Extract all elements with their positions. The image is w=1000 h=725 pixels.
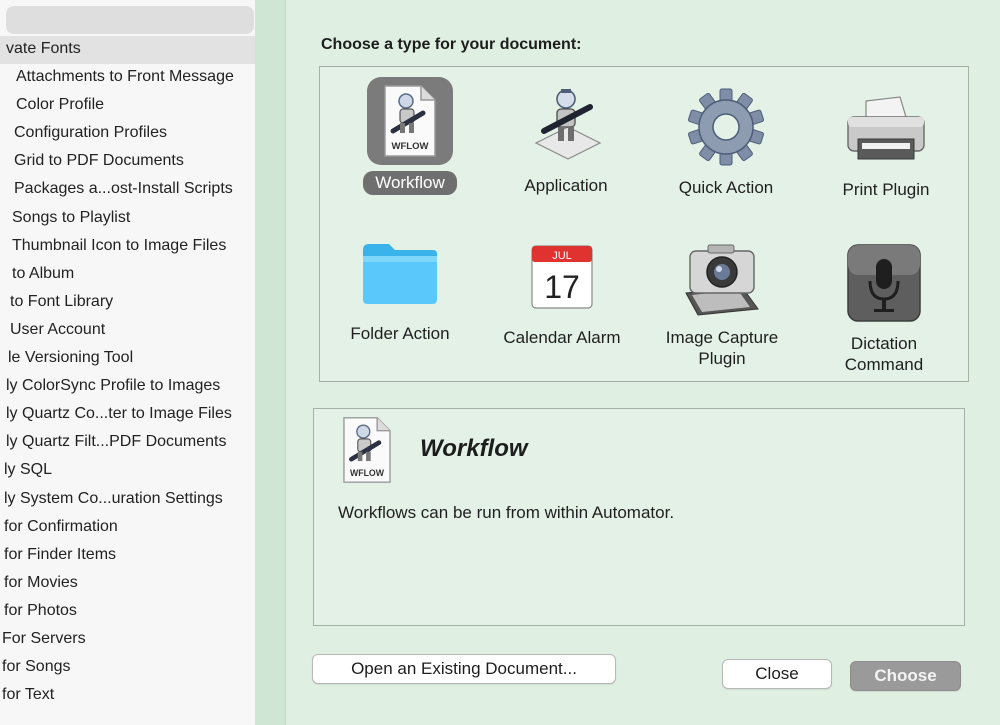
- sidebar-item[interactable]: for Confirmation: [0, 514, 268, 542]
- camera-icon: [679, 233, 765, 321]
- calendar-icon: JUL 17: [519, 233, 605, 321]
- sidebar-item[interactable]: to Font Library: [0, 289, 268, 317]
- dialog-title: Choose a type for your document:: [321, 36, 582, 53]
- sidebar-item[interactable]: Attachments to Front Message: [0, 64, 268, 92]
- gear-icon: [683, 83, 769, 171]
- sidebar-item[interactable]: ly SQL: [0, 457, 268, 485]
- sidebar-item[interactable]: Color Profile: [0, 92, 268, 120]
- sidebar-item[interactable]: to Album: [0, 261, 268, 289]
- workflow-icon: WFLOW: [338, 415, 396, 485]
- sidebar-item[interactable]: for Finder Items: [0, 542, 268, 570]
- sidebar-item[interactable]: Configuration Profiles: [0, 120, 268, 148]
- sidebar-item[interactable]: User Account: [0, 317, 268, 345]
- folder-icon: [357, 229, 443, 317]
- type-label-image-capture-plugin: Image Capture Plugin: [665, 328, 779, 368]
- type-quick-action[interactable]: Quick Action: [646, 77, 806, 227]
- choose-button[interactable]: Choose: [850, 661, 961, 691]
- sidebar-item[interactable]: ly ColorSync Profile to Images: [0, 373, 268, 401]
- type-label-calendar-alarm: Calendar Alarm: [503, 328, 621, 347]
- sidebar-item[interactable]: for Movies: [0, 570, 268, 598]
- type-dictation-command[interactable]: Dictation Command: [804, 233, 964, 383]
- description-text: Workflows can be run from within Automat…: [338, 503, 675, 522]
- type-description-panel: WFLOW Workflow Workflows can be run from…: [313, 408, 965, 626]
- workflow-icon: WFLOW: [367, 77, 453, 165]
- type-workflow[interactable]: WFLOW Workflow: [330, 71, 490, 221]
- actions-sidebar: vate Fonts Attachments to Front Message Co…: [0, 0, 268, 725]
- open-existing-document-button[interactable]: Open an Existing Document...: [312, 654, 616, 684]
- type-image-capture-plugin[interactable]: Image Capture Plugin: [642, 227, 802, 377]
- sidebar-item[interactable]: Grid to PDF Documents: [0, 148, 268, 176]
- sidebar-item[interactable]: ly Quartz Filt...PDF Documents: [0, 429, 268, 457]
- sidebar-item[interactable]: ly System Co...uration Settings: [0, 486, 268, 514]
- description-title: Workflow: [420, 435, 528, 462]
- document-type-grid: WFLOW Workflow Application Quick Action …: [319, 66, 969, 382]
- type-calendar-alarm[interactable]: JUL 17 Calendar Alarm: [482, 227, 642, 377]
- automator-robot-icon: [523, 81, 609, 169]
- svg-text:WFLOW: WFLOW: [392, 141, 429, 152]
- sidebar-item[interactable]: for Songs: [0, 654, 268, 682]
- svg-text:JUL: JUL: [552, 250, 572, 262]
- sidebar-item[interactable]: le Versioning Tool: [0, 345, 268, 373]
- printer-icon: [843, 85, 929, 173]
- type-application[interactable]: Application: [486, 75, 646, 225]
- sidebar-item[interactable]: For Servers: [0, 626, 268, 654]
- type-print-plugin[interactable]: Print Plugin: [806, 79, 966, 229]
- type-label-print-plugin: Print Plugin: [842, 180, 930, 199]
- svg-text:WFLOW: WFLOW: [350, 468, 385, 478]
- sidebar-item[interactable]: Songs to Playlist: [0, 205, 268, 233]
- type-label-application: Application: [524, 176, 608, 195]
- sidebar-search-field[interactable]: [6, 6, 254, 34]
- type-label-dictation-command: Dictation Command: [844, 334, 924, 374]
- sidebar-item[interactable]: ly Quartz Co...ter to Image Files: [0, 401, 268, 429]
- sidebar-item[interactable]: vate Fonts: [0, 36, 268, 65]
- sidebar-item[interactable]: for Photos: [0, 598, 268, 626]
- type-label-folder-action: Folder Action: [350, 324, 450, 343]
- type-label-workflow: Workflow: [363, 171, 457, 195]
- actions-list: vate Fonts Attachments to Front Message Co…: [0, 36, 268, 710]
- microphone-icon: [841, 239, 927, 327]
- close-button[interactable]: Close: [722, 659, 832, 689]
- type-label-quick-action: Quick Action: [678, 178, 774, 197]
- sidebar-item[interactable]: Thumbnail Icon to Image Files: [0, 233, 268, 261]
- sidebar-item[interactable]: Packages a...ost-Install Scripts: [0, 176, 268, 204]
- type-folder-action[interactable]: Folder Action: [320, 223, 480, 373]
- sidebar-item[interactable]: for Text: [0, 682, 268, 710]
- svg-text:17: 17: [544, 269, 580, 305]
